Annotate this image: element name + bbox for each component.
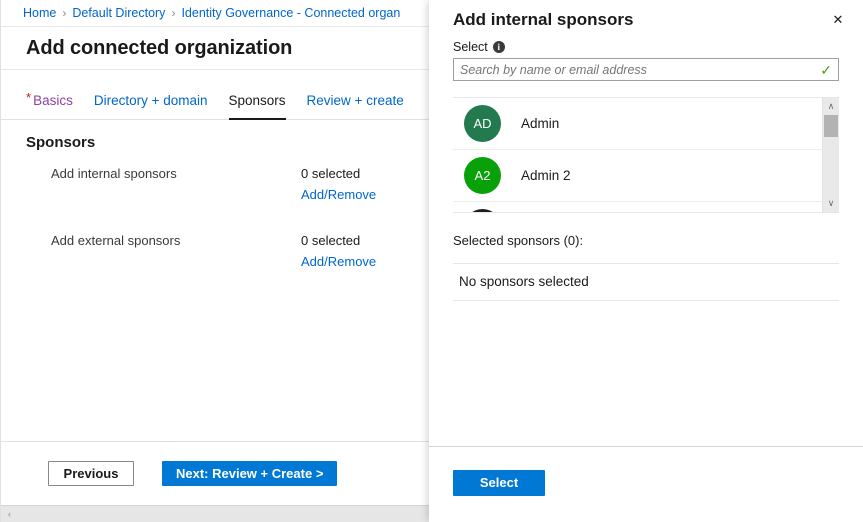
tab-directory-domain-label: Directory + domain bbox=[94, 93, 208, 108]
close-icon[interactable]: ✕ bbox=[825, 7, 851, 33]
spacer bbox=[51, 187, 301, 202]
list-item[interactable]: A2 Admin 2 bbox=[453, 150, 822, 202]
avatar: A2 bbox=[464, 157, 501, 194]
pane-body: Select i ✓ AD Admin A2 Admin 2 bbox=[429, 40, 863, 301]
pane-title: Add internal sponsors bbox=[453, 10, 633, 30]
breadcrumb-separator-icon: › bbox=[62, 6, 66, 20]
select-field-label-row: Select i bbox=[453, 40, 839, 54]
page-title: Add connected organization bbox=[26, 37, 292, 60]
scroll-down-arrow-icon[interactable]: ∨ bbox=[823, 195, 839, 212]
pane-footer: Select bbox=[429, 446, 863, 522]
info-icon[interactable]: i bbox=[493, 41, 505, 53]
section-title: Sponsors bbox=[26, 134, 404, 151]
list-item[interactable] bbox=[453, 202, 822, 212]
tab-sponsors[interactable]: Sponsors bbox=[229, 84, 286, 119]
sponsors-form: Sponsors Add internal sponsors 0 selecte… bbox=[1, 120, 429, 269]
results-scroll-area: AD Admin A2 Admin 2 bbox=[453, 98, 822, 212]
next-review-create-button[interactable]: Next: Review + Create > bbox=[162, 461, 337, 486]
horizontal-scrollbar[interactable]: ‹ bbox=[1, 505, 429, 522]
add-internal-sponsors-pane: Add internal sponsors ✕ Select i ✓ AD Ad… bbox=[429, 0, 863, 522]
tab-basics-label: Basics bbox=[33, 93, 73, 108]
blade-title-bar: Add connected organization bbox=[1, 26, 429, 70]
tab-review-create[interactable]: Review + create bbox=[307, 84, 404, 119]
selected-sponsors-heading: Selected sponsors (0): bbox=[453, 233, 839, 248]
search-input[interactable] bbox=[454, 59, 820, 80]
internal-sponsors-label: Add internal sponsors bbox=[51, 165, 301, 183]
wizard-footer: Previous Next: Review + Create > bbox=[1, 441, 429, 505]
breadcrumb-item-identity-governance[interactable]: Identity Governance - Connected organ bbox=[181, 6, 400, 20]
internal-sponsors-count: 0 selected bbox=[301, 165, 360, 183]
external-sponsors-action-row: Add/Remove bbox=[51, 254, 404, 269]
pane-header: Add internal sponsors ✕ bbox=[429, 0, 863, 40]
select-button[interactable]: Select bbox=[453, 470, 545, 496]
selected-sponsors-box: No sponsors selected bbox=[453, 263, 839, 301]
tab-basics[interactable]: * Basics bbox=[26, 84, 73, 119]
avatar: AD bbox=[464, 105, 501, 142]
avatar bbox=[464, 209, 501, 212]
internal-sponsors-action-row: Add/Remove bbox=[51, 187, 404, 202]
external-sponsors-label: Add external sponsors bbox=[51, 232, 301, 250]
list-item-label: Admin 2 bbox=[521, 168, 571, 183]
internal-sponsors-add-remove-link[interactable]: Add/Remove bbox=[301, 187, 376, 202]
select-field-label: Select bbox=[453, 40, 488, 54]
results-vertical-scrollbar[interactable]: ∧ ∨ bbox=[822, 98, 839, 212]
list-item-label: Admin bbox=[521, 116, 559, 131]
search-field[interactable]: ✓ bbox=[453, 58, 839, 81]
list-item[interactable]: AD Admin bbox=[453, 98, 822, 150]
tab-sponsors-label: Sponsors bbox=[229, 93, 286, 108]
checkmark-icon: ✓ bbox=[820, 63, 838, 77]
scroll-left-arrow-icon[interactable]: ‹ bbox=[1, 506, 18, 522]
required-asterisk-icon: * bbox=[26, 91, 31, 104]
scrollbar-thumb[interactable] bbox=[824, 115, 838, 137]
tab-directory-domain[interactable]: Directory + domain bbox=[94, 84, 208, 119]
search-results-list: AD Admin A2 Admin 2 ∧ ∨ bbox=[453, 97, 839, 213]
spacer bbox=[51, 254, 301, 269]
scroll-up-arrow-icon[interactable]: ∧ bbox=[823, 98, 839, 115]
tab-review-create-label: Review + create bbox=[307, 93, 404, 108]
internal-sponsors-row: Add internal sponsors 0 selected bbox=[51, 165, 404, 183]
wizard-tabs: * Basics Directory + domain Sponsors Rev… bbox=[1, 84, 429, 120]
breadcrumb-item-home[interactable]: Home bbox=[23, 6, 56, 20]
breadcrumb-separator-icon: › bbox=[171, 6, 175, 20]
external-sponsors-row: Add external sponsors 0 selected bbox=[51, 232, 404, 250]
add-connected-organization-blade: Home › Default Directory › Identity Gove… bbox=[0, 0, 429, 522]
breadcrumb-item-default-directory[interactable]: Default Directory bbox=[72, 6, 165, 20]
external-sponsors-count: 0 selected bbox=[301, 232, 360, 250]
selected-sponsors-empty-message: No sponsors selected bbox=[453, 264, 839, 300]
external-sponsors-add-remove-link[interactable]: Add/Remove bbox=[301, 254, 376, 269]
previous-button[interactable]: Previous bbox=[48, 461, 134, 486]
breadcrumb: Home › Default Directory › Identity Gove… bbox=[1, 0, 429, 26]
